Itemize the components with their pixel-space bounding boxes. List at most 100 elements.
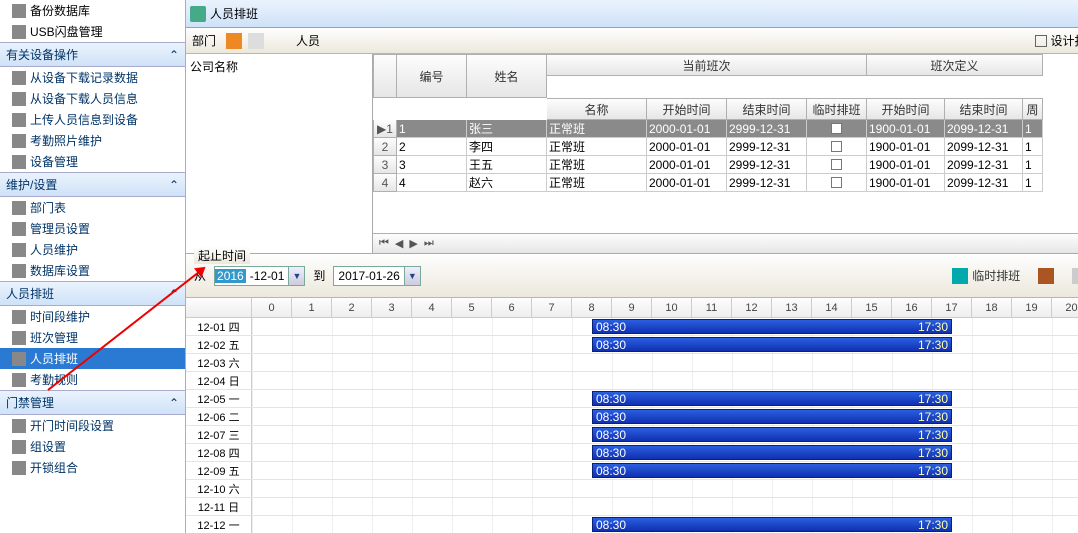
row-header[interactable]: ▶1 [373, 120, 397, 138]
grid-header[interactable]: 编号 [397, 54, 467, 98]
group-title: 门禁管理 [6, 394, 54, 411]
shift-bar[interactable]: 08:3017:30 [592, 337, 952, 352]
grid-header[interactable]: 临时排班 [807, 98, 867, 120]
sidebar-group-header[interactable]: 维护/设置⌃ [0, 172, 185, 197]
schedule-row[interactable]: 12-12 一08:3017:30 [186, 516, 1078, 533]
schedule-row[interactable]: 12-03 六 [186, 354, 1078, 372]
schedule-grid[interactable]: 08:3017:30 [252, 426, 1078, 443]
to-date-input[interactable]: 2017-01-26 ▼ [333, 266, 420, 286]
temp-schedule-button[interactable]: 临时排班 [952, 267, 1020, 284]
row-header[interactable]: 2 [373, 138, 397, 156]
schedule-row[interactable]: 12-06 二08:3017:30 [186, 408, 1078, 426]
grid-header-group[interactable]: 班次定义 [867, 54, 1043, 76]
schedule-row[interactable]: 12-07 三08:3017:30 [186, 426, 1078, 444]
grid-header[interactable]: 姓名 [467, 54, 547, 98]
design-report-toggle[interactable]: 设计报表 [1035, 32, 1078, 49]
shift-bar[interactable]: 08:3017:30 [592, 319, 952, 334]
row-header[interactable]: 4 [373, 174, 397, 192]
sidebar-item[interactable]: 部门表 [0, 197, 185, 218]
sidebar-item[interactable]: 班次管理 [0, 327, 185, 348]
schedule-grid[interactable] [252, 354, 1078, 371]
sidebar-group-header[interactable]: 有关设备操作⌃ [0, 42, 185, 67]
schedule-grid[interactable]: 08:3017:30 [252, 516, 1078, 533]
nav-prev-icon[interactable]: ◀ [393, 237, 405, 250]
shift-bar[interactable]: 08:3017:30 [592, 409, 952, 424]
grid-header[interactable]: 结束时间 [945, 98, 1023, 120]
hour-header: 8 [572, 298, 612, 317]
grid-header[interactable]: 结束时间 [727, 98, 807, 120]
sidebar-item[interactable]: 从设备下载人员信息 [0, 88, 185, 109]
sidebar-item[interactable]: USB闪盘管理 [0, 21, 185, 42]
item-icon [12, 113, 26, 127]
checkbox-icon[interactable] [831, 141, 842, 152]
from-date-input[interactable]: 2016-12-01 ▼ [214, 266, 305, 286]
table-row[interactable]: ▶11张三正常班2000-01-012999-12-311900-01-0120… [373, 120, 1078, 138]
schedule-row[interactable]: 12-10 六 [186, 480, 1078, 498]
sidebar-item[interactable]: 开锁组合 [0, 457, 185, 478]
dept-dropdown-icon[interactable] [248, 33, 264, 49]
shift-bar[interactable]: 08:3017:30 [592, 427, 952, 442]
schedule-row[interactable]: 12-01 四08:3017:30 [186, 318, 1078, 336]
checkbox-icon[interactable] [831, 159, 842, 170]
schedule-grid[interactable] [252, 498, 1078, 515]
sidebar-item[interactable]: 上传人员信息到设备 [0, 109, 185, 130]
nav-next-icon[interactable]: ▶ [407, 237, 419, 250]
schedule-grid[interactable]: 08:3017:30 [252, 462, 1078, 479]
row-header[interactable]: 3 [373, 156, 397, 174]
chevron-down-icon[interactable]: ▼ [404, 267, 420, 285]
schedule-grid[interactable]: 08:3017:30 [252, 390, 1078, 407]
schedule-timeline[interactable]: 0123456789101112131415161718192021222324… [186, 298, 1078, 533]
schedule-grid[interactable]: 08:3017:30 [252, 318, 1078, 335]
schedule-row[interactable]: 12-09 五08:3017:30 [186, 462, 1078, 480]
sidebar-item[interactable]: 开门时间段设置 [0, 415, 185, 436]
schedule-row[interactable]: 12-08 四08:3017:30 [186, 444, 1078, 462]
checkbox-icon[interactable] [831, 123, 842, 134]
from-year[interactable]: 2016 [215, 269, 246, 283]
checkbox-icon[interactable] [1035, 35, 1047, 47]
clipboard-icon[interactable] [1038, 268, 1054, 284]
sidebar-item[interactable]: 组设置 [0, 436, 185, 457]
sidebar-item[interactable]: 时间段维护 [0, 306, 185, 327]
sidebar-item[interactable]: 备份数据库 [0, 0, 185, 21]
schedule-row[interactable]: 12-04 日 [186, 372, 1078, 390]
grid-navigator[interactable]: ⏮ ◀ ▶ ⏭ [373, 233, 1078, 253]
grid-header[interactable]: 周 [1023, 98, 1043, 120]
shift-bar[interactable]: 08:3017:30 [592, 517, 952, 532]
table-row[interactable]: 22李四正常班2000-01-012999-12-311900-01-01209… [373, 138, 1078, 156]
schedule-row[interactable]: 12-05 一08:3017:30 [186, 390, 1078, 408]
tree-root[interactable]: 公司名称 [190, 60, 238, 74]
nav-first-icon[interactable]: ⏮ [377, 237, 391, 250]
sidebar-group-header[interactable]: 人员排班⌃ [0, 281, 185, 306]
table-row[interactable]: 33王五正常班2000-01-012999-12-311900-01-01209… [373, 156, 1078, 174]
schedule-grid[interactable]: 08:3017:30 [252, 444, 1078, 461]
dept-icon[interactable] [226, 33, 242, 49]
sidebar-group-header[interactable]: 门禁管理⌃ [0, 390, 185, 415]
schedule-grid[interactable] [252, 480, 1078, 497]
checkbox-icon[interactable] [831, 177, 842, 188]
schedule-row[interactable]: 12-02 五08:3017:30 [186, 336, 1078, 354]
grid-header-group[interactable]: 当前班次 [547, 54, 867, 76]
schedule-grid[interactable]: 08:3017:30 [252, 336, 1078, 353]
grid-header[interactable]: 开始时间 [647, 98, 727, 120]
nav-last-icon[interactable]: ⏭ [422, 237, 436, 250]
sidebar-item[interactable]: 设备管理 [0, 151, 185, 172]
grid-header[interactable]: 开始时间 [867, 98, 945, 120]
sidebar-item[interactable]: 数据库设置 [0, 260, 185, 281]
grid-header[interactable]: 名称 [547, 98, 647, 120]
schedule-grid[interactable]: 08:3017:30 [252, 408, 1078, 425]
chevron-down-icon[interactable]: ▼ [288, 267, 304, 285]
sidebar-item[interactable]: 考勤照片维护 [0, 130, 185, 151]
sidebar-item[interactable]: 人员维护 [0, 239, 185, 260]
table-row[interactable]: 44赵六正常班2000-01-012999-12-311900-01-01209… [373, 174, 1078, 192]
schedule-grid[interactable] [252, 372, 1078, 389]
sidebar-item[interactable]: 人员排班 [0, 348, 185, 369]
shift-bar[interactable]: 08:3017:30 [592, 391, 952, 406]
sidebar-item[interactable]: 考勤规则 [0, 369, 185, 390]
sidebar-item[interactable]: 管理员设置 [0, 218, 185, 239]
grid-corner[interactable] [373, 54, 397, 98]
dept-tree[interactable]: 公司名称 [186, 54, 373, 253]
schedule-row[interactable]: 12-11 日 [186, 498, 1078, 516]
sidebar-item[interactable]: 从设备下载记录数据 [0, 67, 185, 88]
shift-bar[interactable]: 08:3017:30 [592, 445, 952, 460]
shift-bar[interactable]: 08:3017:30 [592, 463, 952, 478]
